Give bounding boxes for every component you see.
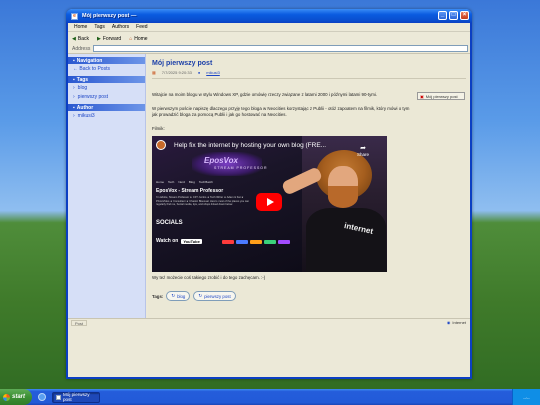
home-icon: ⌂ <box>129 35 133 42</box>
video-channel-name: EposVox - Stream Professor <box>156 188 224 194</box>
watch-on-youtube[interactable]: Watch on YouTube <box>156 238 202 244</box>
sidebar: ▪ Navigation ← Back to Posts ▪ Tags › bl… <box>68 54 146 318</box>
taskbar-item-browser[interactable]: Mój pierwszy post <box>52 391 100 403</box>
start-button[interactable]: start <box>0 389 32 405</box>
menu-feed[interactable]: Feed <box>136 24 147 30</box>
tag-chip-blog[interactable]: ↻ blog <box>166 291 191 301</box>
forward-label: Forward <box>102 35 122 42</box>
close-button[interactable]: × <box>460 11 469 20</box>
video-socials-heading: SOCIALS <box>156 220 183 226</box>
back-button[interactable]: ◀ Back <box>72 36 89 42</box>
video-channel-bio: I'm Adobe, Stream Professor ★ CFT Jumbo … <box>156 196 250 207</box>
windows-logo-icon <box>3 393 10 401</box>
quick-launch-browser-icon[interactable] <box>38 393 46 401</box>
post-date: 7/7/2025 9:20:33 <box>161 70 192 75</box>
divider <box>152 78 466 79</box>
social-pill <box>236 240 248 244</box>
social-pill <box>278 240 290 244</box>
status-bar: Post ◉ Internet <box>68 318 470 327</box>
video-logo-text: EposVox <box>204 156 238 165</box>
social-pill <box>222 240 234 244</box>
youtube-embed[interactable]: EposVox STREAM PROFESSOR Home Tech Nerd … <box>152 136 387 272</box>
post-tags: Tags: ↻ blog ↻ pierwszy post <box>152 291 236 301</box>
channel-avatar[interactable] <box>156 140 166 150</box>
tag-icon: ↻ <box>171 293 176 298</box>
film-label: Filmik: <box>152 126 165 131</box>
video-social-links <box>222 240 290 244</box>
social-pill <box>264 240 276 244</box>
home-label: Home <box>134 35 148 42</box>
home-button[interactable]: ⌂ Home <box>129 36 147 42</box>
toolbar: ◀ Back ▶ Forward ⌂ Home Address <box>68 32 470 54</box>
back-label: Back <box>77 35 89 42</box>
security-zone: ◉ Internet <box>446 320 466 325</box>
broken-image-icon: ▣ <box>420 93 424 99</box>
bullet-icon: › <box>73 112 75 119</box>
youtube-logo: YouTube <box>181 238 202 244</box>
play-icon <box>266 198 274 206</box>
status-text: Post <box>71 320 88 326</box>
address-label: Address <box>72 45 91 52</box>
sidebar-author-header: ▪ Author <box>68 104 145 111</box>
presenter-beard <box>328 186 358 208</box>
sidebar-item-author[interactable]: › mikusi3 <box>68 111 145 120</box>
user-icon: ● <box>197 70 201 75</box>
menu-home[interactable]: Home <box>74 24 87 30</box>
window-icon <box>56 394 61 400</box>
menu-bar: Home Tags Authors Feed <box>68 23 470 32</box>
folder-icon: ▪ <box>73 57 75 64</box>
bullet-icon: › <box>73 93 75 100</box>
minimize-button[interactable]: _ <box>438 11 447 20</box>
taskbar: start Mój pierwszy post --:-- <box>0 389 540 405</box>
video-presenter: internet <box>280 136 387 272</box>
post-content: Mój pierwszy post ▦ 7/7/2025 9:20:33 ● m… <box>148 54 469 318</box>
play-button[interactable] <box>256 193 282 211</box>
post-meta: ▦ 7/7/2025 9:20:33 ● mikusi3 <box>152 70 220 75</box>
maximize-button[interactable]: □ <box>449 11 458 20</box>
post-paragraph-2: W pierwszym poście napiszę dlaczego przy… <box>152 106 410 117</box>
user-icon: ▪ <box>73 104 75 111</box>
sidebar-item-tag-pierwszy-post[interactable]: › pierwszy post <box>68 92 145 101</box>
video-channel-nav: Home Tech Nerd Blog TechBatch <box>156 180 213 184</box>
broken-image: ▣ Mój pierwszy post <box>417 92 465 100</box>
share-icon: ➦ <box>360 145 366 152</box>
address-input[interactable] <box>93 45 468 52</box>
title-bar[interactable]: e Mój pierwszy post — _ □ × <box>66 9 472 23</box>
video-title[interactable]: Help fix the internet by hosting your ow… <box>174 142 326 149</box>
tag-icon: ↻ <box>198 293 203 298</box>
post-author-link[interactable]: mikusi3 <box>206 70 220 75</box>
bullet-icon: › <box>73 84 75 91</box>
sidebar-item-tag-blog[interactable]: › blog <box>68 83 145 92</box>
calendar-icon: ▦ <box>152 70 156 75</box>
globe-icon: ◉ <box>446 320 451 325</box>
back-arrow-icon: ◀ <box>72 35 76 42</box>
share-button[interactable]: ➦ Share <box>357 144 369 157</box>
presenter-shirt <box>306 208 386 272</box>
post-outro: Wy też możecie coś takiego zrobić i do t… <box>152 275 266 280</box>
menu-authors[interactable]: Authors <box>112 24 129 30</box>
forward-button[interactable]: ▶ Forward <box>97 36 121 42</box>
window-title: Mój pierwszy post — <box>82 13 137 19</box>
menu-tags[interactable]: Tags <box>94 24 105 30</box>
post-paragraph-1: Witajcie na moim blogu w stylu Windows X… <box>152 92 378 97</box>
forward-arrow-icon: ▶ <box>96 35 101 42</box>
page-icon: e <box>71 12 78 20</box>
sidebar-navigation-header: ▪ Navigation <box>68 57 145 64</box>
tags-label: Tags: <box>152 293 164 299</box>
sidebar-tags-header: ▪ Tags <box>68 76 145 83</box>
post-title: Mój pierwszy post <box>152 60 213 67</box>
browser-window: e Mój pierwszy post — _ □ × Home Tags Au… <box>66 9 472 379</box>
tag-chip-pierwszy-post[interactable]: ↻ pierwszy post <box>193 291 236 301</box>
tag-icon: ▪ <box>73 76 75 83</box>
video-logo-subtext: STREAM PROFESSOR <box>214 166 268 170</box>
social-pill <box>250 240 262 244</box>
sidebar-item-back-to-posts[interactable]: ← Back to Posts <box>68 64 145 73</box>
system-tray-clock: --:-- <box>512 389 540 405</box>
